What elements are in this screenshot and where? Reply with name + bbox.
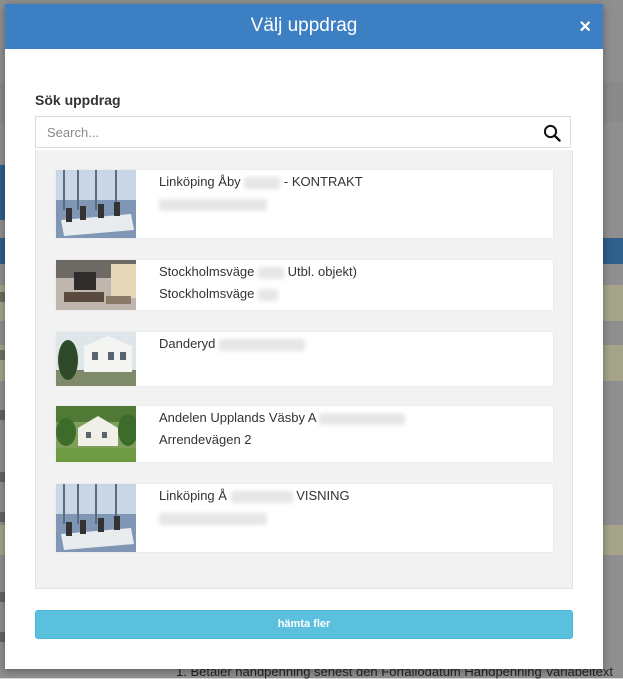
search-box — [35, 116, 571, 148]
result-item[interactable]: Andelen Upplands Väsby A Arrendevägen 2 — [56, 406, 553, 462]
result-item-line1: Andelen Upplands Väsby A — [159, 410, 406, 425]
result-item-line2 — [159, 196, 267, 211]
result-item-title: Andelen Upplands Väsby A — [159, 410, 316, 425]
redacted-text — [159, 198, 267, 211]
conservatory-dining-photo — [56, 170, 136, 238]
result-item-line1: Danderyd — [159, 336, 305, 351]
result-item[interactable]: Danderyd — [56, 332, 553, 386]
result-item[interactable]: Linköping Åby - KONTRAKT — [56, 170, 553, 238]
redacted-text — [219, 338, 305, 351]
result-item-line1: Linköping Å VISNING — [159, 488, 350, 503]
fetch-more-button[interactable]: hämta fler — [35, 610, 573, 639]
redacted-text — [258, 288, 279, 301]
results-list: Linköping Åby - KONTRAKT Stockholmsväge … — [35, 150, 573, 589]
result-item-address: Stockholmsväge — [159, 286, 255, 301]
garden-house-photo — [56, 406, 136, 462]
search-input[interactable] — [36, 117, 538, 147]
result-item-line1: Linköping Åby - KONTRAKT — [159, 174, 363, 189]
result-item-line1: Stockholmsväge Utbl. objekt) — [159, 264, 357, 279]
modal-title: Välj uppdrag — [250, 15, 358, 36]
result-item-line2: Stockholmsväge — [159, 286, 279, 301]
result-item-title: Danderyd — [159, 336, 216, 351]
result-item-title: Linköping Å — [159, 488, 227, 503]
result-item[interactable]: Linköping Å VISNING — [56, 484, 553, 552]
search-label: Sök uppdrag — [35, 92, 121, 108]
redacted-text — [258, 266, 285, 279]
redacted-text — [230, 490, 293, 503]
result-item[interactable]: Stockholmsväge Utbl. objekt) Stockholmsv… — [56, 260, 553, 310]
result-item-title: Linköping Åby — [159, 174, 241, 189]
result-item-subtitle: Utbl. objekt) — [287, 264, 358, 279]
living-room-photo — [56, 260, 136, 310]
modal-header: Välj uppdrag × — [5, 4, 603, 49]
result-item-line2 — [159, 510, 267, 525]
redacted-text — [244, 176, 281, 189]
white-house-photo — [56, 332, 136, 386]
result-item-title: Stockholmsväge — [159, 264, 255, 279]
result-item-line2: Arrendevägen 2 — [159, 432, 252, 447]
result-item-status: - KONTRAKT — [283, 174, 363, 189]
close-button[interactable]: × — [579, 4, 591, 50]
search-icon[interactable] — [543, 124, 561, 142]
result-item-address: Arrendevägen 2 — [159, 432, 252, 447]
result-item-status: VISNING — [296, 488, 350, 503]
select-assignment-modal: Välj uppdrag × Sök uppdrag Search... Lin… — [5, 4, 603, 669]
redacted-text — [159, 512, 267, 525]
conservatory-dining-photo — [56, 484, 136, 552]
redacted-text — [319, 412, 406, 425]
